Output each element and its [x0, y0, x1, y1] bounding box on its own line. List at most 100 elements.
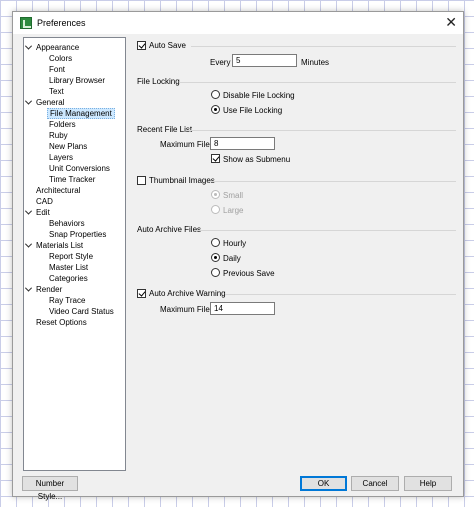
archive-max-files-label: Maximum Files: — [160, 305, 217, 314]
tree-item-label: Materials List — [36, 241, 84, 250]
tree-item-label: Report Style — [49, 252, 94, 261]
chevron-down-icon[interactable] — [26, 287, 32, 293]
archive-hourly-label: Hourly — [223, 239, 247, 248]
disable-file-locking-label: Disable File Locking — [223, 91, 295, 100]
tree-item[interactable]: Library Browser — [47, 75, 107, 86]
preferences-dialog: Preferences ✕ Appearance Colors Font Librar… — [12, 11, 464, 501]
use-file-locking-label: Use File Locking — [223, 106, 283, 115]
archive-daily-label: Daily — [223, 254, 241, 263]
tree-item[interactable]: CAD — [34, 196, 55, 207]
tree-item[interactable]: General — [34, 97, 66, 108]
divider — [191, 46, 456, 47]
tree-item[interactable]: Architectural — [34, 185, 82, 196]
tree-item-label: Unit Conversions — [49, 164, 110, 173]
divider — [179, 82, 456, 83]
tree-item-label: Colors — [49, 54, 73, 63]
window-title: Preferences — [37, 18, 86, 28]
tree-item-label: Render — [36, 285, 63, 294]
archive-warning-label: Auto Archive Warning — [149, 289, 226, 298]
tree-item-label: Font — [49, 65, 66, 74]
thumbnail-small-radio[interactable] — [211, 190, 220, 199]
tree-item-label: Folders — [49, 120, 76, 129]
archive-warning-checkbox[interactable] — [137, 289, 146, 298]
tree-item-label: Layers — [49, 153, 74, 162]
divider — [197, 230, 456, 231]
tree-item-label: Text — [49, 87, 64, 96]
tree-item-label: Appearance — [36, 43, 80, 52]
tree-item[interactable]: Unit Conversions — [47, 163, 112, 174]
divider — [209, 181, 456, 182]
tree-item-label: CAD — [36, 197, 53, 206]
tree-item[interactable]: Edit — [34, 207, 52, 218]
app-logo-icon — [20, 17, 32, 29]
thumbnail-images-checkbox[interactable] — [137, 176, 146, 185]
thumbnail-small-label: Small — [223, 191, 244, 200]
tree-item[interactable]: File Management — [47, 108, 115, 119]
tree-item-label: Reset Options — [36, 318, 87, 327]
auto-save-interval-input[interactable]: 5 — [232, 54, 297, 67]
tree-item-label: Ruby — [49, 131, 68, 140]
tree-item[interactable]: Report Style — [47, 251, 95, 262]
chevron-down-icon[interactable] — [26, 243, 32, 249]
tree-item-label: Ray Trace — [49, 296, 86, 305]
archive-max-files-input[interactable]: 14 — [210, 302, 275, 315]
tree-item[interactable]: Behaviors — [47, 218, 87, 229]
chevron-down-icon[interactable] — [26, 210, 32, 216]
minutes-label: Minutes — [301, 58, 330, 67]
tree-item[interactable]: Time Tracker — [47, 174, 97, 185]
tree-item-label: Library Browser — [49, 76, 106, 85]
recent-max-files-input[interactable]: 8 — [210, 137, 275, 150]
chevron-down-icon[interactable] — [26, 45, 32, 51]
archive-previous-save-label: Previous Save — [223, 269, 275, 278]
tree-item[interactable]: Snap Properties — [47, 229, 108, 240]
show-as-submenu-checkbox[interactable] — [211, 154, 220, 163]
archive-hourly-radio[interactable] — [211, 238, 220, 247]
tree-item[interactable]: Video Card Status — [47, 306, 116, 317]
tree-item[interactable]: Master List — [47, 262, 90, 273]
tree-item[interactable]: Ruby — [47, 130, 70, 141]
tree-item-label: Behaviors — [49, 219, 85, 228]
tree-item[interactable]: Font — [47, 64, 67, 75]
every-label: Every — [210, 58, 231, 67]
tree-item[interactable]: Text — [47, 86, 66, 97]
thumbnail-large-radio[interactable] — [211, 205, 220, 214]
tree-item-label: New Plans — [49, 142, 88, 151]
category-tree[interactable]: Appearance Colors Font Library Browser Text G… — [23, 37, 126, 471]
number-style-button[interactable]: Number Style... — [22, 476, 78, 501]
tree-item-label: General — [36, 98, 65, 107]
thumbnail-large-label: Large — [223, 206, 244, 215]
tree-item[interactable]: Categories — [47, 273, 90, 284]
tree-item-label: Video Card Status — [49, 307, 114, 316]
tree-item[interactable]: New Plans — [47, 141, 89, 152]
archive-daily-radio[interactable] — [211, 253, 220, 262]
tree-item[interactable]: Colors — [47, 53, 74, 64]
tree-item-label: Edit — [36, 208, 50, 217]
auto-save-checkbox[interactable] — [137, 41, 146, 50]
use-file-locking-radio[interactable] — [211, 105, 220, 114]
auto-archive-title: Auto Archive Files — [137, 225, 202, 234]
tree-item-label: Snap Properties — [49, 230, 107, 239]
cancel-button[interactable]: Cancel — [351, 476, 399, 491]
tree-item[interactable]: Ray Trace — [47, 295, 87, 306]
file-locking-title: File Locking — [137, 77, 180, 86]
tree-item-label: Categories — [49, 274, 88, 283]
ok-button[interactable]: OK — [300, 476, 347, 491]
divider — [187, 130, 456, 131]
tree-item[interactable]: Folders — [47, 119, 78, 130]
archive-previous-save-radio[interactable] — [211, 268, 220, 277]
divider — [225, 294, 456, 295]
tree-item-label: Time Tracker — [49, 175, 96, 184]
close-icon[interactable]: ✕ — [445, 15, 457, 29]
tree-item[interactable]: Reset Options — [34, 317, 89, 328]
recent-file-list-title: Recent File List — [137, 125, 193, 134]
tree-item[interactable]: Appearance — [34, 42, 81, 53]
help-button[interactable]: Help — [404, 476, 452, 491]
recent-max-files-label: Maximum Files: — [160, 140, 217, 149]
tree-item[interactable]: Render — [34, 284, 64, 295]
chevron-down-icon[interactable] — [26, 100, 32, 106]
tree-item[interactable]: Materials List — [34, 240, 85, 251]
disable-file-locking-radio[interactable] — [211, 90, 220, 99]
tree-item-label: Master List — [49, 263, 89, 272]
tree-item[interactable]: Layers — [47, 152, 75, 163]
thumbnail-images-label: Thumbnail Images — [149, 176, 215, 185]
